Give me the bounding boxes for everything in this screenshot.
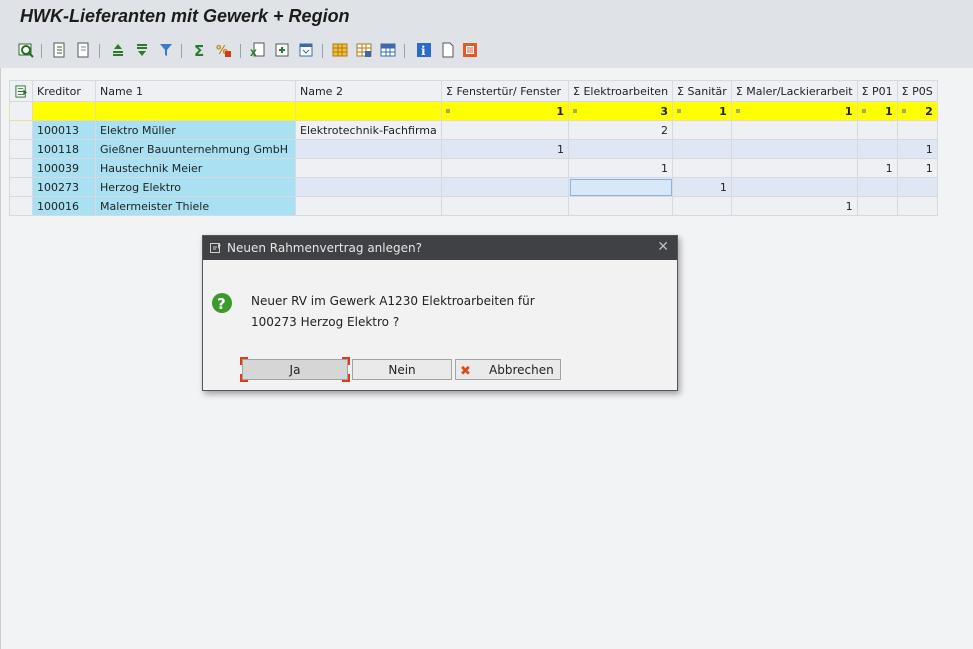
new-document-icon[interactable]: [440, 42, 456, 58]
sort-ascending-icon[interactable]: [110, 42, 126, 58]
selected-cell[interactable]: [567, 177, 674, 197]
save-layout-icon[interactable]: [380, 42, 396, 58]
subtotal-icon[interactable]: %: [216, 42, 232, 58]
cancel-icon: ✖: [460, 364, 471, 379]
column-header-fenster[interactable]: Σ Fenstertür/ Fenster: [441, 80, 569, 102]
table-row[interactable]: 100118 Gießner Bauunternehmung GmbH 1 1: [9, 139, 938, 159]
first-page-icon[interactable]: [52, 42, 68, 58]
svg-text:Σ: Σ: [194, 42, 204, 58]
column-header-elektro[interactable]: Σ Elektroarbeiten: [567, 80, 674, 102]
last-page-icon[interactable]: [76, 42, 92, 58]
question-icon: ?: [211, 292, 233, 314]
column-header-kreditor[interactable]: Kreditor: [32, 80, 96, 102]
column-header-p0s[interactable]: Σ P0S: [896, 80, 938, 102]
column-header-name2[interactable]: Name 2: [295, 80, 442, 102]
alv-toolbar: Σ % X i: [0, 34, 973, 68]
row-selector[interactable]: [9, 177, 33, 197]
row-selector[interactable]: [9, 158, 33, 178]
select-all-icon[interactable]: [9, 80, 33, 102]
total-icon[interactable]: Σ: [192, 42, 208, 58]
row-selector[interactable]: [9, 139, 33, 159]
table-row[interactable]: 100013 Elektro Müller Elektrotechnik-Fac…: [9, 120, 938, 140]
cancel-button[interactable]: ✖ Abbrechen: [455, 359, 561, 380]
dialog-message: Neuer RV im Gewerk A1230 Elektroarbeiten…: [251, 294, 535, 329]
totals-row: 1 3 1 1 1 2: [9, 101, 938, 121]
total-cell[interactable]: 1: [730, 101, 858, 121]
filter-icon[interactable]: [158, 42, 174, 58]
total-cell[interactable]: 1: [672, 101, 732, 121]
export-icon[interactable]: X: [250, 42, 266, 58]
column-header-sanitaer[interactable]: Σ Sanitär: [672, 80, 732, 102]
print-preview-icon[interactable]: [274, 42, 290, 58]
table-row[interactable]: 100039 Haustechnik Meier 1 1 1: [9, 158, 938, 178]
table-row[interactable]: 100273 Herzog Elektro 1: [9, 177, 938, 197]
total-cell[interactable]: 3: [567, 101, 674, 121]
page-title: HWK-Lieferanten mit Gewerk + Region: [20, 6, 350, 26]
total-cell[interactable]: 1: [441, 101, 569, 121]
total-cell[interactable]: 1: [856, 101, 898, 121]
close-icon[interactable]: ✕: [657, 239, 669, 255]
title-bar: HWK-Lieferanten mit Gewerk + Region: [0, 0, 973, 34]
svg-text:?: ?: [217, 295, 226, 313]
info-icon[interactable]: i: [416, 42, 432, 58]
svg-text:i: i: [421, 44, 426, 58]
layout-icon[interactable]: [298, 42, 314, 58]
total-cell[interactable]: 2: [896, 101, 938, 121]
dialog-title-bar[interactable]: Neuen Rahmenvertrag anlegen? ✕: [203, 236, 677, 260]
svg-text:X: X: [250, 49, 257, 58]
sort-descending-icon[interactable]: [134, 42, 150, 58]
dialog-title: Neuen Rahmenvertrag anlegen?: [227, 241, 422, 255]
column-header-maler[interactable]: Σ Maler/Lackierarbeit: [730, 80, 858, 102]
change-layout-icon[interactable]: [332, 42, 348, 58]
alv-grid: Kreditor Name 1 Name 2 Σ Fenstertür/ Fen…: [9, 80, 938, 216]
report-icon[interactable]: [462, 42, 478, 58]
choose-layout-icon[interactable]: [356, 42, 372, 58]
row-selector[interactable]: [9, 196, 33, 216]
confirm-dialog: Neuen Rahmenvertrag anlegen? ✕ ? Neuer R…: [202, 235, 678, 391]
dialog-window-icon: [210, 242, 222, 254]
yes-button[interactable]: Ja: [240, 357, 350, 382]
column-header-p01[interactable]: Σ P01: [856, 80, 898, 102]
no-button[interactable]: Nein: [352, 359, 452, 380]
details-icon[interactable]: [18, 42, 34, 58]
header-row: Kreditor Name 1 Name 2 Σ Fenstertür/ Fen…: [9, 80, 938, 102]
row-selector[interactable]: [9, 120, 33, 140]
column-header-name1[interactable]: Name 1: [95, 80, 296, 102]
table-row[interactable]: 100016 Malermeister Thiele 1: [9, 196, 938, 216]
